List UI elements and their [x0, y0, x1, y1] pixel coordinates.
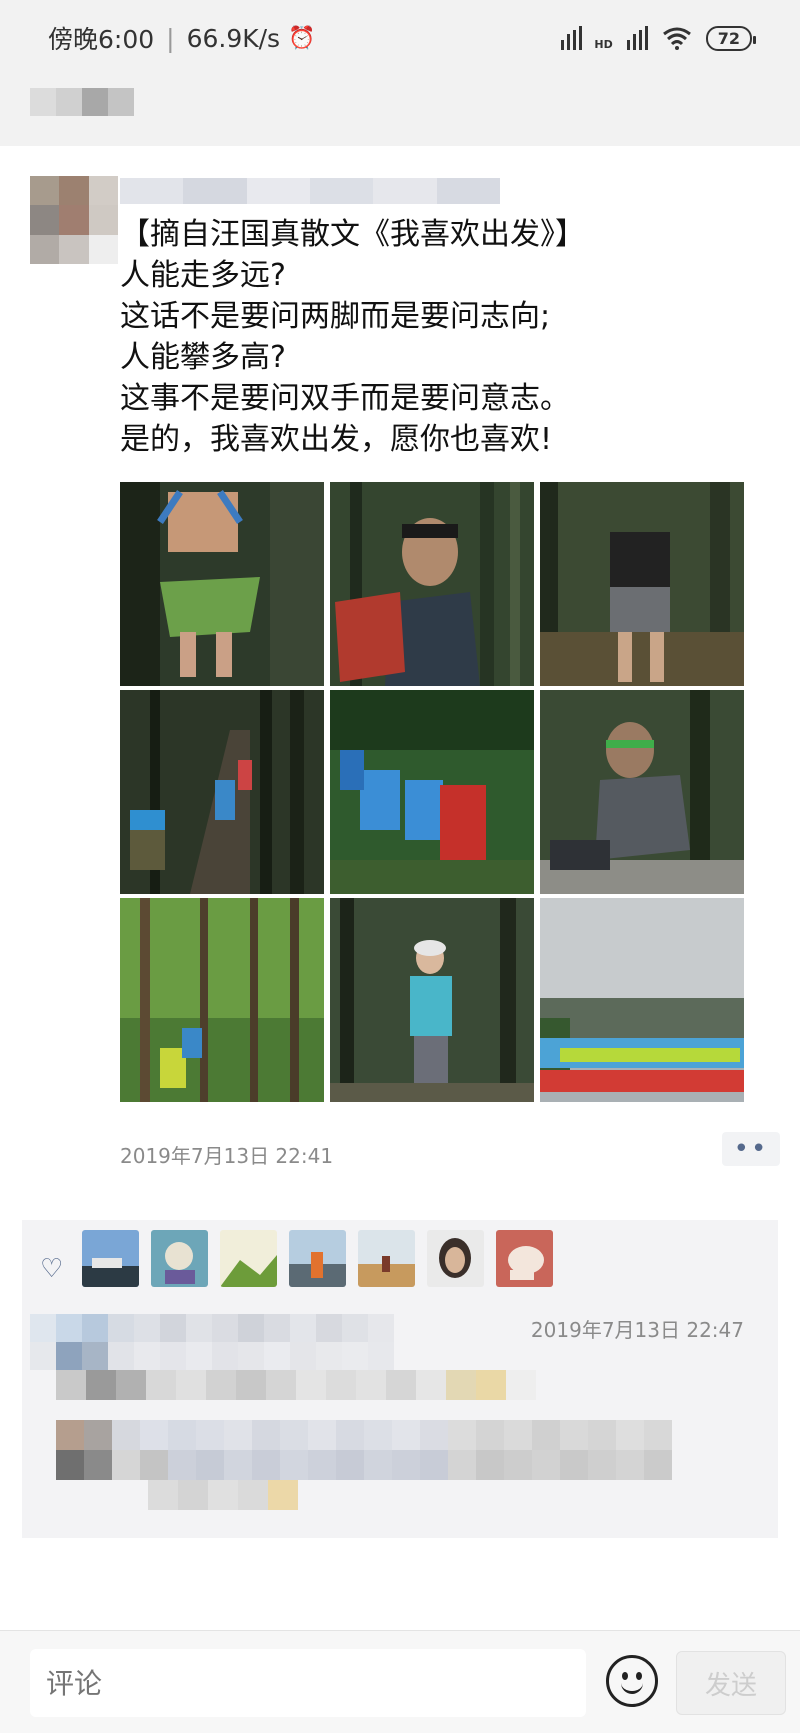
comment-input[interactable]	[30, 1649, 586, 1717]
page-header	[0, 76, 800, 146]
photo-hikers-with-backpacks[interactable]	[330, 690, 534, 894]
battery-indicator: 72	[705, 25, 757, 51]
comments-section: 2019年7月13日 22:47	[22, 1308, 778, 1538]
heart-icon: ♡	[40, 1254, 64, 1284]
like-avatar[interactable]	[358, 1230, 415, 1287]
photo-group-photo-with-banner[interactable]	[540, 898, 744, 1102]
like-avatar[interactable]	[82, 1230, 139, 1287]
likes-panel: ♡	[22, 1220, 778, 1320]
like-avatar[interactable]	[289, 1230, 346, 1287]
photo-hiker-walking-away[interactable]	[540, 482, 744, 686]
like-avatar[interactable]	[220, 1230, 277, 1287]
post-text-line: 人能走多远?	[120, 258, 286, 293]
post-text-line: 【摘自汪国真散文《我喜欢出发》】	[120, 217, 585, 252]
author-name-blurred[interactable]	[120, 178, 500, 204]
comment-bar: 发送	[0, 1630, 800, 1733]
photo-hikers-on-forest-trail[interactable]	[120, 690, 324, 894]
post-text-line: 是的，我喜欢出发，愿你也喜欢!	[120, 422, 553, 457]
status-icons: HD 72	[561, 25, 757, 51]
comment-timestamp: 2019年7月13日 22:47	[530, 1318, 744, 1342]
post-text-line: 人能攀多高?	[120, 340, 286, 375]
signal-icon	[561, 26, 583, 50]
like-avatar[interactable]	[427, 1230, 484, 1287]
more-dots-icon: ••	[733, 1134, 769, 1164]
post-timestamp: 2019年7月13日 22:41	[120, 1144, 334, 1168]
hd-label: HD	[594, 37, 613, 51]
post-text-line: 这事不是要问双手而是要问意志。	[120, 381, 570, 416]
status-bar: 傍晚6:00 | 66.9K/s ⏰ HD 72	[0, 0, 800, 76]
comment-blurred-2	[56, 1370, 536, 1400]
wifi-icon	[662, 27, 691, 50]
like-avatar[interactable]	[151, 1230, 208, 1287]
photo-woman-hiker[interactable]	[330, 898, 534, 1102]
comment-blurred-3	[56, 1420, 672, 1480]
comment-blurred-1	[30, 1314, 394, 1370]
like-avatar-list	[82, 1230, 553, 1287]
photo-man-with-red-backpack[interactable]	[330, 482, 534, 686]
photo-runner-in-forest[interactable]	[120, 482, 324, 686]
photo-forest-path[interactable]	[120, 898, 324, 1102]
send-button[interactable]: 发送	[676, 1651, 786, 1715]
author-avatar[interactable]	[30, 176, 118, 264]
more-options-button[interactable]: ••	[722, 1132, 780, 1166]
comment-blurred-4	[148, 1480, 298, 1510]
network-speed: 66.9K/s	[186, 23, 281, 53]
photo-man-with-headband[interactable]	[540, 690, 744, 894]
alarm-icon: ⏰	[288, 25, 316, 51]
photo-grid	[120, 482, 744, 1102]
header-title-blurred	[30, 88, 134, 116]
status-separator: |	[166, 23, 175, 53]
emoji-icon[interactable]	[606, 1655, 658, 1707]
status-time: 傍晚6:00	[48, 25, 155, 54]
like-avatar[interactable]	[496, 1230, 553, 1287]
post-text: 【摘自汪国真散文《我喜欢出发》】 人能走多远? 这话不是要问两脚而是要问志向; …	[120, 214, 760, 460]
post-text-line: 这话不是要问两脚而是要问志向;	[120, 299, 551, 334]
signal-icon-2	[626, 26, 648, 50]
